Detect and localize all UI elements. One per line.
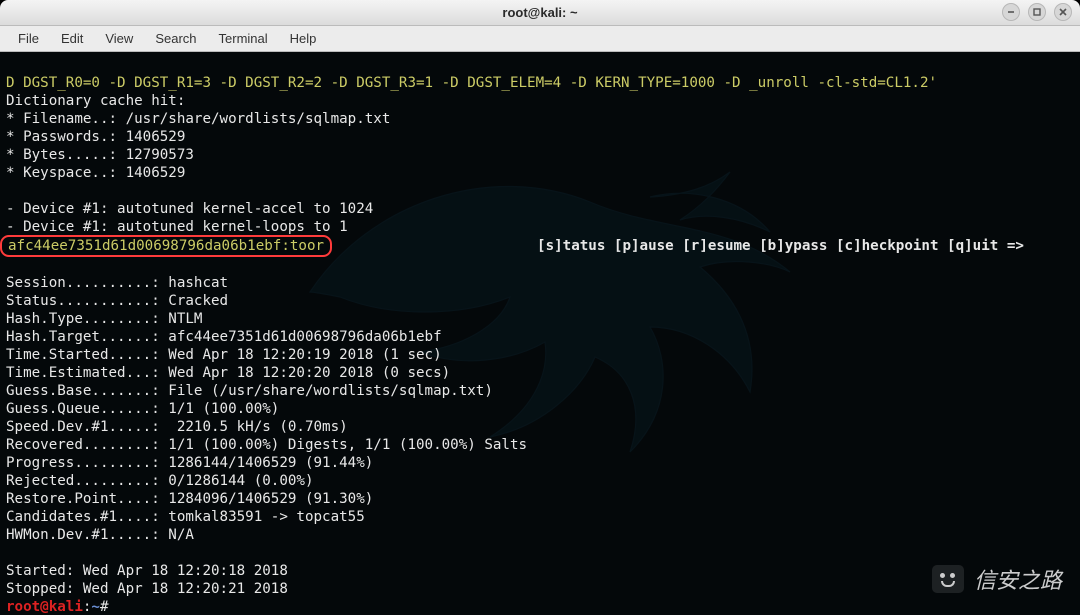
watermark: 信安之路	[932, 563, 1062, 595]
menu-help[interactable]: Help	[280, 29, 327, 48]
autotune-loops: - Device #1: autotuned kernel-loops to 1	[6, 219, 348, 235]
menu-search[interactable]: Search	[145, 29, 206, 48]
close-button[interactable]	[1054, 3, 1072, 21]
recovered-line: Recovered........: 1/1 (100.00%) Digests…	[6, 437, 527, 453]
passwords-line: * Passwords.: 1406529	[6, 129, 185, 145]
hash-type-line: Hash.Type........: NTLM	[6, 311, 202, 327]
menu-file[interactable]: File	[8, 29, 49, 48]
cache-hit-line: Dictionary cache hit:	[6, 93, 185, 109]
window-controls	[1002, 3, 1072, 21]
build-options-line: D DGST_R0=0 -D DGST_R1=3 -D DGST_R2=2 -D…	[6, 75, 937, 91]
prompt-path: ~	[91, 599, 100, 615]
guess-base-line: Guess.Base.......: File (/usr/share/word…	[6, 383, 493, 399]
rejected-line: Rejected.........: 0/1286144 (0.00%)	[6, 473, 314, 489]
session-line: Session..........: hashcat	[6, 275, 228, 291]
window-title: root@kali: ~	[502, 5, 577, 20]
terminal-area[interactable]: D DGST_R0=0 -D DGST_R1=3 -D DGST_R2=2 -D…	[0, 52, 1080, 615]
progress-line: Progress.........: 1286144/1406529 (91.4…	[6, 455, 373, 471]
interactive-menu-hint: [s]tatus [p]ause [r]esume [b]ypass [c]he…	[537, 238, 1024, 254]
titlebar[interactable]: root@kali: ~	[0, 0, 1080, 26]
menu-edit[interactable]: Edit	[51, 29, 93, 48]
menubar: File Edit View Search Terminal Help	[0, 26, 1080, 52]
candidates-line: Candidates.#1....: tomkal83591 -> topcat…	[6, 509, 365, 525]
guess-queue-line: Guess.Queue......: 1/1 (100.00%)	[6, 401, 279, 417]
menu-terminal[interactable]: Terminal	[209, 29, 278, 48]
terminal-output: D DGST_R0=0 -D DGST_R1=3 -D DGST_R2=2 -D…	[0, 52, 1080, 615]
menu-view[interactable]: View	[95, 29, 143, 48]
time-estimated-line: Time.Estimated...: Wed Apr 18 12:20:20 2…	[6, 365, 450, 381]
stopped-line: Stopped: Wed Apr 18 12:20:21 2018	[6, 581, 288, 597]
watermark-text: 信安之路	[974, 563, 1062, 595]
bytes-line: * Bytes.....: 12790573	[6, 147, 194, 163]
speed-line: Speed.Dev.#1.....: 2210.5 kH/s (0.70ms)	[6, 419, 348, 435]
hwmon-line: HWMon.Dev.#1.....: N/A	[6, 527, 194, 543]
filename-line: * Filename..: /usr/share/wordlists/sqlma…	[6, 111, 390, 127]
maximize-button[interactable]	[1028, 3, 1046, 21]
keyspace-line: * Keyspace..: 1406529	[6, 165, 185, 181]
hash-target-line: Hash.Target......: afc44ee7351d61d006987…	[6, 329, 442, 345]
app-window: root@kali: ~ File Edit View Search Termi…	[0, 0, 1080, 615]
time-started-line: Time.Started.....: Wed Apr 18 12:20:19 2…	[6, 347, 442, 363]
prompt-line-1: root@kali:~#	[6, 599, 109, 615]
status-line: Status...........: Cracked	[6, 293, 228, 309]
prompt-user: root@kali	[6, 599, 83, 615]
wechat-icon	[932, 565, 964, 593]
restore-point-line: Restore.Point....: 1284096/1406529 (91.3…	[6, 491, 373, 507]
minimize-button[interactable]	[1002, 3, 1020, 21]
started-line: Started: Wed Apr 18 12:20:18 2018	[6, 563, 288, 579]
cracked-hash-line: afc44ee7351d61d00698796da06b1ebf:toor	[8, 238, 324, 254]
autotune-accel: - Device #1: autotuned kernel-accel to 1…	[6, 201, 373, 217]
